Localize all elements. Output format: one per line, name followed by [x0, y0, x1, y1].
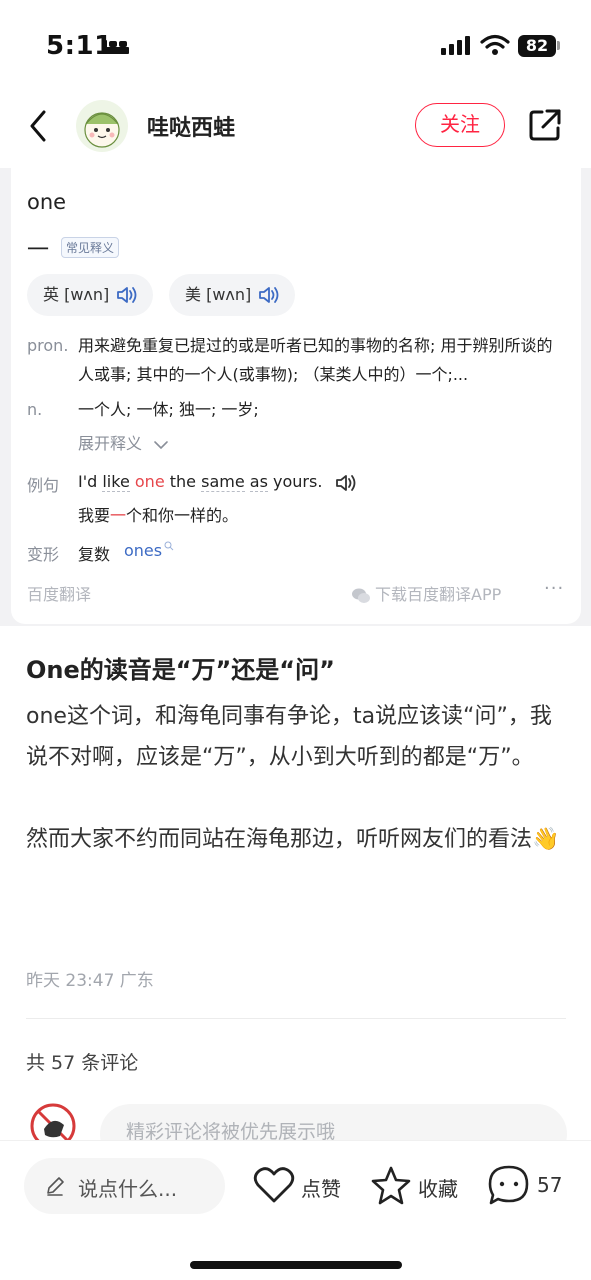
example-zh-part: 个和你一样的。 — [126, 506, 239, 525]
pronounce-us-button[interactable]: 美 [wʌn] — [169, 274, 295, 316]
wifi-icon — [480, 34, 510, 55]
pron-us-text: 美 [wʌn] — [185, 285, 252, 304]
back-arrow-icon[interactable] — [24, 106, 54, 146]
heart-icon — [253, 1167, 295, 1203]
common-meaning-tag: 常见释义 — [61, 237, 120, 258]
pencil-icon — [47, 1177, 64, 1196]
comment-bubble-icon — [488, 1165, 529, 1205]
example-zh-part: 我要 — [78, 506, 111, 525]
frog-avatar-icon — [84, 112, 120, 148]
example-word: yours. — [273, 472, 323, 491]
share-icon[interactable] — [527, 107, 563, 143]
sleep-focus-icon — [103, 40, 129, 54]
expand-definitions-button[interactable]: 展开释义 — [78, 430, 169, 454]
dictionary-main-meaning: 一 — [27, 238, 50, 263]
comment-button[interactable]: 57 — [487, 1165, 577, 1209]
cellular-signal-icon — [441, 36, 470, 55]
expand-label: 展开释义 — [78, 434, 143, 453]
example-sentence-en: I'd like one the same as yours. — [78, 472, 360, 493]
variant-word-link[interactable]: ones — [124, 541, 174, 560]
download-app-label: 下载百度翻译APP — [375, 585, 502, 604]
variant-type: 复数 — [78, 545, 111, 564]
like-label: 点赞 — [301, 1177, 341, 1201]
collect-button[interactable]: 收藏 — [370, 1165, 470, 1209]
more-options-icon[interactable]: ··· — [544, 578, 564, 599]
dictionary-word: one — [27, 190, 67, 214]
note-title: One的读音是“万”还是“问” — [26, 656, 335, 684]
like-button[interactable]: 点赞 — [253, 1165, 349, 1209]
example-label: 例句 — [27, 476, 60, 495]
search-icon — [164, 541, 174, 551]
say-something-placeholder: 说点什么... — [78, 1177, 178, 1201]
dictionary-card: one 一 常见释义 英 [wʌn] 美 [wʌn] pron. 用来避免重复已… — [11, 168, 581, 624]
chat-translate-icon — [352, 588, 370, 603]
variant-word: ones — [124, 541, 163, 560]
noun-pos-label: n. — [27, 400, 43, 419]
note-meta: 昨天 23:47 广东 — [26, 971, 154, 991]
variant-label: 变形 — [27, 545, 60, 564]
speaker-icon — [259, 287, 279, 303]
example-sentence-zh: 我要一个和你一样的。 — [78, 502, 238, 526]
chevron-down-icon — [154, 440, 168, 449]
pron-definition: 用来避免重复已提过的或是听者已知的事物的名称; 用于辨别所谈的人或事; 其中的一… — [78, 336, 553, 384]
post-header: 哇哒西蛙 关注 — [0, 92, 591, 168]
pron-uk-text: 英 [wʌn] — [43, 285, 110, 304]
example-word: like — [102, 472, 130, 492]
battery-indicator: 82 — [518, 35, 556, 57]
noun-definition: 一个人; 一体; 独一; 一岁; — [78, 400, 259, 419]
say-something-input[interactable]: 说点什么... — [24, 1158, 225, 1214]
comment-count: 共 57 条评论 — [26, 1052, 139, 1074]
collect-label: 收藏 — [418, 1177, 458, 1201]
author-name[interactable]: 哇哒西蛙 — [147, 110, 235, 142]
example-word: I'd — [78, 472, 103, 491]
example-word: the — [169, 472, 197, 491]
battery-tip — [557, 41, 560, 50]
example-word: same — [201, 472, 245, 492]
baidu-translate-label: 百度翻译 — [27, 585, 92, 604]
speaker-icon — [117, 287, 137, 303]
pron-pos-label: pron. — [27, 336, 69, 355]
divider — [26, 1018, 566, 1019]
example-zh-keyword: 一 — [110, 506, 127, 525]
home-indicator — [190, 1261, 402, 1269]
example-word: as — [249, 472, 268, 492]
author-avatar[interactable] — [76, 100, 128, 152]
star-icon — [371, 1166, 411, 1205]
example-keyword: one — [134, 472, 165, 491]
note-body: one这个词，和海龟同事有争论，ta说应该读“问”，我说不对啊，应该是“万”，从… — [26, 704, 560, 852]
pronounce-uk-button[interactable]: 英 [wʌn] — [27, 274, 153, 316]
download-app-link[interactable]: 下载百度翻译APP — [351, 581, 501, 605]
comment-count-label: 57 — [537, 1173, 563, 1197]
follow-button[interactable]: 关注 — [415, 103, 505, 147]
bottom-action-bar: 说点什么... 点赞 收藏 57 — [0, 1140, 591, 1280]
status-bar: 5:11 82 — [0, 0, 591, 92]
speaker-icon[interactable] — [334, 473, 360, 493]
